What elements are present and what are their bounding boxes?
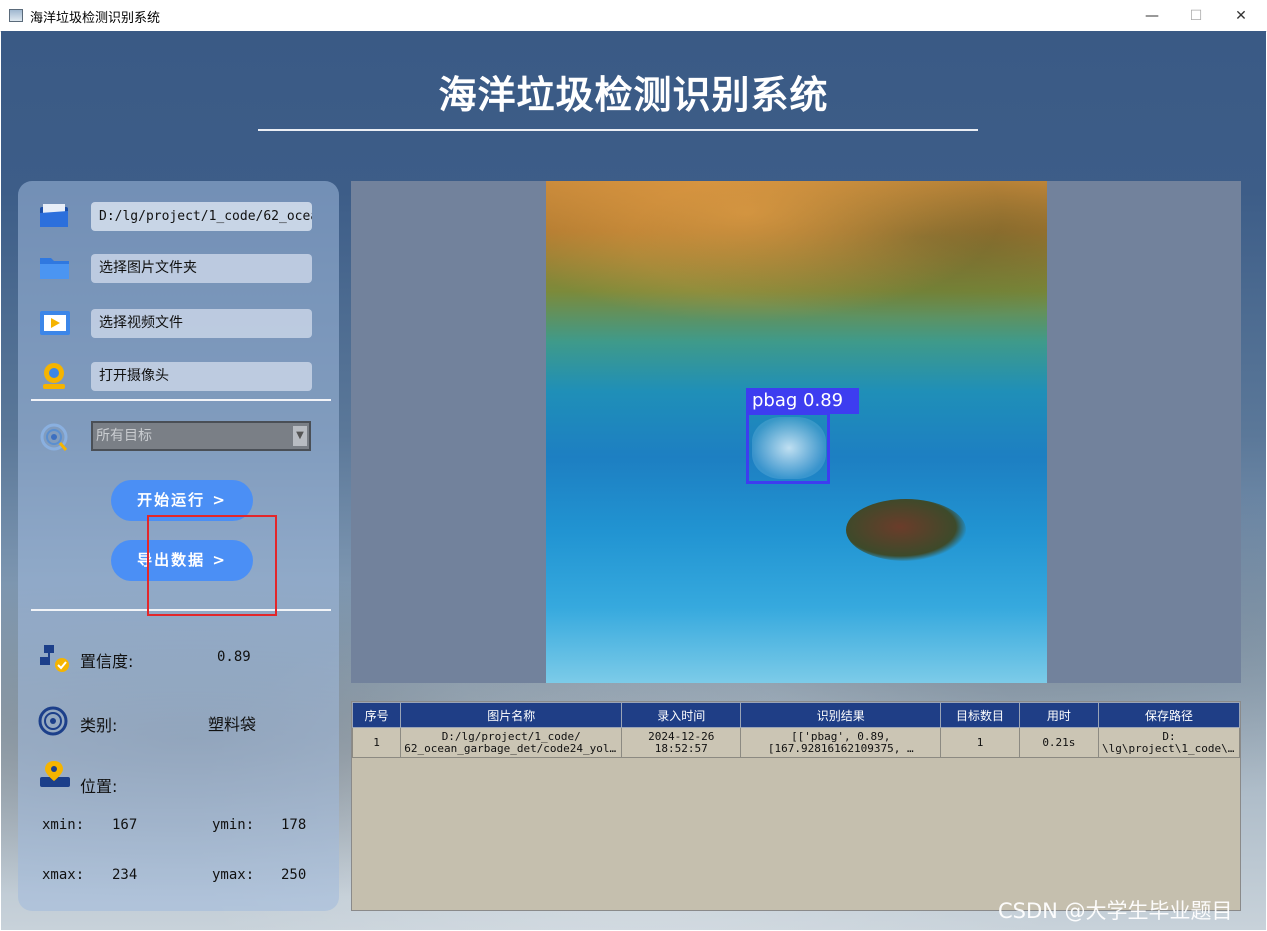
folder-open-icon[interactable] [38,201,72,231]
xmax-value: 234 [112,867,138,883]
camera-icon[interactable] [38,361,72,391]
column-header[interactable]: 用时 [1018,702,1099,728]
cell-save-path: D: \lg\project\1_code\6… [1097,727,1241,758]
xmax-label: xmax: [42,867,85,883]
save-path-line-2: \lg\project\1_code\6… [1101,742,1236,755]
detection-label: pbag 0.89 [746,388,859,414]
image-name-line-1: D:/lg/project/1_code/ [441,730,581,743]
select-image-folder-button[interactable]: 选择图片文件夹 [91,254,312,283]
detection-bounding-box [746,412,830,484]
cell-count: 1 [940,727,1020,758]
class-icon [38,706,68,736]
image-surface-haze [546,181,1047,341]
class-label: 类别: [80,716,118,735]
page-title: 海洋垃圾检测识别系统 [438,73,829,117]
time-line-2: 18:52:57 [654,742,708,755]
image-name-line-2: 62_ocean_garbage_det/code24_yolov… [404,742,619,755]
open-camera-button[interactable]: 打开摄像头 [91,362,312,391]
ymax-value: 250 [281,867,307,883]
position-label: 位置: [80,777,118,796]
app-icon [9,9,23,22]
folder-icon[interactable] [38,253,72,283]
video-file-icon[interactable] [38,308,72,338]
column-header[interactable]: 目标数目 [940,702,1020,728]
select-video-button[interactable]: 选择视频文件 [91,309,312,338]
minimize-button[interactable]: — [1129,4,1175,28]
result-line-2: [167.92816162109375, … [767,742,914,755]
path-display[interactable]: D:/lg/project/1_code/62_ocean [91,202,312,231]
confidence-label: 置信度: [80,652,134,671]
image-display-area: pbag 0.89 [351,181,1241,683]
target-select[interactable]: 所有目标 ▼ [91,421,311,451]
time-line-1: 2024-12-26 [648,730,715,743]
result-line-1: [['pbag', 0.89, [791,730,891,743]
confidence-value: 0.89 [217,649,251,665]
table-row[interactable]: 1 D:/lg/project/1_code/ 62_ocean_garbage… [351,727,1241,758]
xmin-label: xmin: [42,817,85,833]
cell-result: [['pbag', 0.89, [167.92816162109375, … [740,727,942,758]
panel-divider [31,399,331,401]
close-button[interactable]: ✕ [1218,4,1264,28]
target-icon [40,423,68,451]
sea-turtle-shape [846,499,966,561]
table-header-row: 序号 图片名称 录入时间 识别结果 目标数目 用时 保存路径 [351,702,1241,728]
column-header[interactable]: 录入时间 [621,702,742,728]
window-title: 海洋垃圾检测识别系统 [30,11,161,26]
target-select-value: 所有目标 [96,428,152,444]
column-header[interactable]: 图片名称 [400,702,623,728]
column-header[interactable]: 识别结果 [740,702,942,728]
highlight-annotation-box [147,515,277,616]
column-header[interactable]: 序号 [351,702,402,728]
app-client-area: 海洋垃圾检测识别系统 D:/lg/project/1_code/62_ocean… [1,31,1266,930]
results-table: 序号 图片名称 录入时间 识别结果 目标数目 用时 保存路径 1 D:/lg/p… [351,702,1241,758]
ymin-value: 178 [281,817,307,833]
cell-image-name: D:/lg/project/1_code/ 62_ocean_garbage_d… [400,727,623,758]
watermark: CSDN @大学生毕业题目 [998,899,1233,923]
chevron-down-icon[interactable]: ▼ [293,426,307,446]
cell-duration: 0.21s [1018,727,1099,758]
class-value: 塑料袋 [208,715,257,734]
column-header[interactable]: 保存路径 [1097,702,1241,728]
maximize-button[interactable]: ☐ [1173,4,1219,28]
ymax-label: ymax: [212,867,255,883]
window-titlebar: 海洋垃圾检测识别系统 — ☐ ✕ [0,0,1267,32]
cell-index: 1 [351,727,402,758]
confidence-icon [40,645,69,672]
ymin-label: ymin: [212,817,255,833]
cell-time: 2024-12-26 18:52:57 [621,727,742,758]
location-pin-icon [40,761,70,787]
results-table-container: 序号 图片名称 录入时间 识别结果 目标数目 用时 保存路径 1 D:/lg/p… [351,701,1241,911]
save-path-line-1: D: [1162,730,1176,743]
detection-image: pbag 0.89 [546,181,1047,683]
xmin-value: 167 [112,817,138,833]
title-divider [258,129,978,131]
